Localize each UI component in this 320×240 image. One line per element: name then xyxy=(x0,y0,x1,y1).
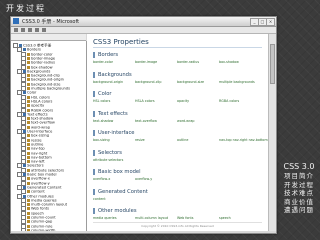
section-links: attribute selectors xyxy=(93,158,262,164)
section-links: media queries multi-column layout Web font… xyxy=(93,216,262,222)
side-title: CSS 3.0 xyxy=(283,162,315,171)
property-link[interactable]: background-size xyxy=(177,80,204,84)
scrollbar-thumb[interactable] xyxy=(270,44,275,84)
slide-title: 开发过程 xyxy=(6,4,46,13)
side-item[interactable]: 开发过程 xyxy=(278,181,320,190)
section-title: Text effects xyxy=(93,110,262,117)
section-title: Basic box model xyxy=(93,169,262,175)
property-link[interactable]: border-image xyxy=(135,60,157,64)
property-link[interactable]: text-shadow xyxy=(93,119,113,123)
close-button[interactable]: × xyxy=(266,18,275,26)
home-icon[interactable] xyxy=(28,28,32,32)
property-link[interactable]: box-sizing xyxy=(93,138,110,142)
window-toolbar xyxy=(11,27,276,34)
property-link[interactable]: multiple backgrounds xyxy=(219,80,255,84)
expand-toggle-icon[interactable] xyxy=(21,227,26,231)
window-title: CSS3.0 手册 - Microsoft xyxy=(22,19,80,25)
side-menu: CSS 3.0 项目简介 开发过程 技术难点 商业价值 遭遇问题 xyxy=(278,162,320,215)
property-link[interactable]: outline xyxy=(177,138,188,142)
property-link[interactable]: background-clip xyxy=(135,80,161,84)
property-link[interactable]: border-radius xyxy=(177,60,199,64)
property-section: Color HSL colors HSLA colors opacity RGBA co… xyxy=(93,91,262,105)
section-links: box-sizing resize outline nav-top nav-right… xyxy=(93,138,268,144)
property-link[interactable]: nav-top nav-right nav-bottom nav-left xyxy=(219,138,268,142)
section-links: border-color border-image border-radius box… xyxy=(93,60,262,66)
forward-icon[interactable] xyxy=(21,28,25,32)
options-icon[interactable] xyxy=(42,28,46,32)
property-link[interactable]: opacity xyxy=(177,99,189,103)
tree-item[interactable]: column-width xyxy=(21,227,56,231)
section-title: Selectors xyxy=(93,149,262,156)
section-title: Borders xyxy=(93,52,262,58)
property-link[interactable]: box-shadow xyxy=(219,60,239,64)
property-link[interactable]: Web fonts xyxy=(177,216,194,220)
property-link[interactable]: HSL colors xyxy=(93,99,110,103)
heading-divider xyxy=(93,47,262,48)
property-link[interactable]: RGBA colors xyxy=(219,99,239,103)
back-icon[interactable] xyxy=(14,28,18,32)
section-title: User-interface xyxy=(93,130,262,136)
content-scrollbar[interactable] xyxy=(268,34,276,231)
property-section: Other modules media queries multi-column l… xyxy=(93,208,262,222)
property-link[interactable]: overflow-x xyxy=(93,177,110,181)
section-links: overflow-x overflow-y xyxy=(93,177,262,183)
page-icon xyxy=(27,228,30,231)
side-item[interactable]: 技术难点 xyxy=(278,189,320,198)
section-links: HSL colors HSLA colors opacity RGBA colors xyxy=(93,99,262,105)
print-icon[interactable] xyxy=(35,28,39,32)
contents-tree: CSS3.0 参考手册 Borders border-color border-ima… xyxy=(11,41,87,231)
property-section: User-interface box-sizing resize outline nav… xyxy=(93,130,268,144)
property-section: Text effects text-shadow text-overflow word… xyxy=(93,110,262,125)
side-item[interactable]: 项目简介 xyxy=(278,172,320,181)
section-links: content xyxy=(93,197,262,203)
side-item[interactable]: 商业价值 xyxy=(278,198,320,207)
section-title: Color xyxy=(93,91,262,97)
section-links: background-origin background-clip backgrou… xyxy=(93,80,262,86)
property-link[interactable]: text-overflow xyxy=(135,119,157,123)
property-section: Basic box model overflow-x overflow-y xyxy=(93,169,262,183)
property-link[interactable]: content xyxy=(93,197,106,201)
section-links: text-shadow text-overflow word-wrap xyxy=(93,119,262,125)
window-titlebar[interactable]: CSS3.0 手册 - Microsoft _ □ × xyxy=(11,17,276,27)
page-footer: Copyright © 2010 CSS3.info All Rights Re… xyxy=(93,222,262,228)
property-link[interactable]: HSLA colors xyxy=(135,99,155,103)
property-link[interactable]: resize xyxy=(135,138,145,142)
property-section: Selectors attribute selectors xyxy=(93,149,262,164)
app-icon xyxy=(13,18,19,24)
section-title: Generated Content xyxy=(93,188,262,195)
side-item[interactable]: 遭遇问题 xyxy=(278,206,320,215)
tree-item-label: multiple backgrounds xyxy=(31,86,70,91)
property-link[interactable]: word-wrap xyxy=(177,119,194,123)
page-heading: CSS3 Properties xyxy=(93,38,149,46)
property-section: Generated Content content xyxy=(93,188,262,203)
property-link[interactable]: multi-column layout xyxy=(135,216,168,220)
property-link[interactable]: speech xyxy=(219,216,231,220)
property-link[interactable]: border-color xyxy=(93,60,113,64)
nav-tabs: 目录 索引 xyxy=(11,34,86,50)
section-title: Backgrounds xyxy=(93,71,262,78)
help-window: CSS3.0 手册 - Microsoft _ □ × 目录 索引 CSS3.0… xyxy=(10,16,277,234)
property-section: Borders border-color border-image border-ra… xyxy=(93,52,262,66)
property-link[interactable]: media queries xyxy=(93,216,117,220)
property-link[interactable]: attribute selectors xyxy=(93,158,123,162)
tree-item-label: column-width xyxy=(31,228,56,231)
property-section: Backgrounds background-origin background-c… xyxy=(93,71,262,86)
content-pane: CSS3 Properties Copyright © 2010 CSS3.in… xyxy=(87,34,268,231)
section-title: Other modules xyxy=(93,208,262,214)
property-link[interactable]: background-origin xyxy=(93,80,123,84)
property-link[interactable]: overflow-y xyxy=(135,177,152,181)
